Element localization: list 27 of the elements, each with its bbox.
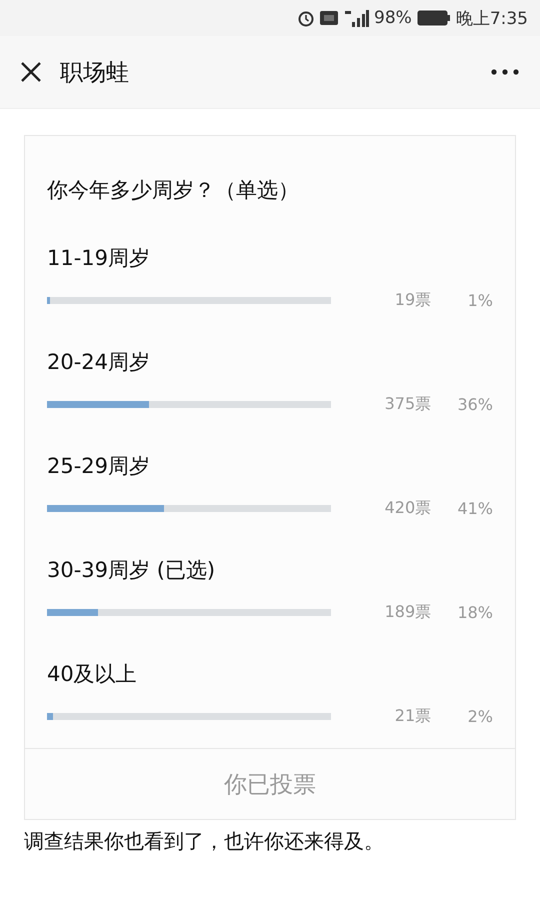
option-label: 25-29周岁: [47, 453, 152, 480]
vote-percent: 2%: [466, 707, 493, 726]
vote-count: 21票: [394, 706, 432, 727]
battery-percent: 98%: [374, 8, 412, 28]
option-label: 30-39周岁 (已选): [47, 557, 216, 584]
option-label: 40及以上: [47, 661, 138, 688]
voted-label: 你已投票: [224, 770, 316, 800]
option-label: 11-19周岁: [47, 245, 152, 272]
poll-question: 你今年多少周岁？（单选）: [46, 177, 300, 204]
alarm-icon: [297, 9, 316, 27]
close-icon: [20, 61, 42, 83]
vote-percent: 36%: [456, 395, 493, 414]
battery-icon: [416, 10, 451, 26]
caption-text: 调查结果你也看到了，也许你还来得及。: [24, 828, 385, 855]
page-title: 职场蛙: [60, 58, 130, 88]
signal-icon: [343, 9, 370, 27]
hd-icon: [320, 11, 338, 25]
vote-count: 189票: [384, 602, 432, 623]
more-icon: [490, 68, 520, 76]
vote-percent: 1%: [466, 291, 493, 310]
vote-count: 420票: [384, 498, 432, 519]
option-label: 20-24周岁: [47, 349, 152, 376]
vote-count: 375票: [384, 394, 432, 415]
vote-percent: 18%: [456, 603, 493, 622]
vote-count: 19票: [394, 290, 432, 311]
vote-percent: 41%: [456, 499, 493, 518]
clock: 晚上7:35: [456, 8, 528, 30]
